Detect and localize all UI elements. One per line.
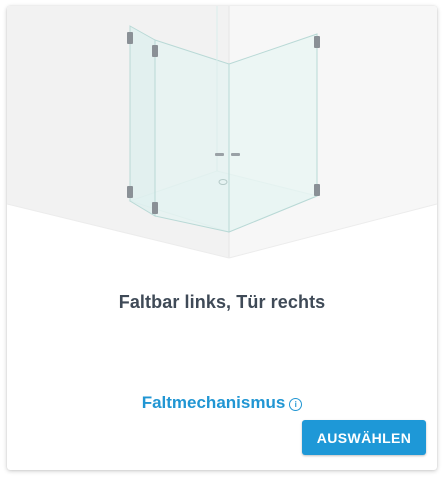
glass-panel-fold-2 bbox=[154, 39, 230, 233]
hinge-icon bbox=[314, 184, 320, 196]
handle-icon bbox=[215, 153, 224, 156]
hinge-icon bbox=[127, 32, 133, 44]
faltmechanismus-info-link[interactable]: Faltmechanismus i bbox=[7, 393, 437, 413]
product-option-card[interactable]: Faltbar links, Tür rechts Faltmechanismu… bbox=[7, 6, 437, 470]
hinge-icon bbox=[152, 202, 158, 214]
hinge-icon bbox=[127, 186, 133, 198]
option-title: Faltbar links, Tür rechts bbox=[118, 292, 326, 312]
shower-enclosure-image bbox=[7, 6, 437, 261]
select-button[interactable]: AUSWÄHLEN bbox=[302, 420, 426, 455]
glass-panel-fold-1 bbox=[129, 25, 156, 217]
handle-icon bbox=[231, 153, 240, 156]
hinge-icon bbox=[152, 45, 158, 57]
info-link-label: Faltmechanismus bbox=[141, 393, 286, 412]
hinge-icon bbox=[314, 36, 320, 48]
info-circle-icon[interactable]: i bbox=[289, 398, 303, 411]
